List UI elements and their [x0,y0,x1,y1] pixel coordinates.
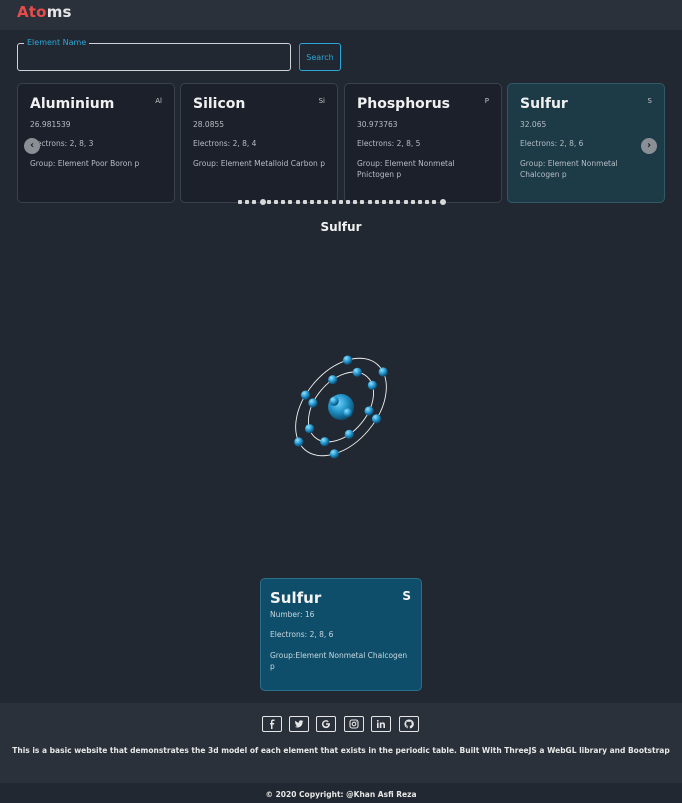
electron [305,424,315,434]
electron [328,375,338,385]
model-title: Sulfur [320,220,362,234]
electron [329,396,339,406]
info-electrons: Electrons: 2, 8, 6 [270,630,334,639]
info-symbol: S [402,589,411,603]
element-card-phosphorus[interactable]: Phosphorus P 30.973763 Electrons: 2, 8, … [344,83,502,203]
info-number: Number: 16 [270,610,315,619]
scroll-dot [353,200,358,204]
electron [300,390,311,400]
scroll-dot [302,200,307,204]
scroll-dot [288,200,293,204]
card-group: Group: Element Nonmetal Pnictogen p [357,159,455,179]
electron [344,429,354,439]
scroll-dot [346,200,350,204]
card-group: Group: Element Nonmetal Chalcogen p [520,159,618,179]
scroll-dot [425,200,430,204]
electron [343,408,353,418]
card-electrons: Electrons: 2, 8, 6 [520,139,584,148]
linkedin-icon[interactable] [371,716,391,732]
element-card-silicon[interactable]: Silicon Si 28.0855 Electrons: 2, 8, 4 Gr… [180,83,338,203]
card-group: Group: Element Metalloid Carbon p [193,159,325,168]
scroll-dot [295,200,300,204]
card-symbol: Si [318,97,325,105]
scroll-dot [382,200,386,204]
card-symbol: P [484,97,489,105]
github-icon[interactable] [399,716,419,732]
electron [378,367,388,377]
card-name: Aluminium [30,96,115,112]
scroll-dot [324,200,329,204]
chevron-right-icon[interactable]: › [641,138,657,154]
twitter-icon[interactable] [289,716,309,732]
scroll-dot [403,200,408,204]
scroll-thumb [439,199,446,205]
scroll-dot [310,200,314,204]
scroll-dot [367,200,372,204]
scroll-dot [374,200,379,204]
scroll-dot [338,200,343,204]
card-mass: 28.0855 [193,120,225,129]
electron [371,414,382,424]
info-name: Sulfur [270,589,322,607]
scroll-dot [266,200,271,204]
card-name: Phosphorus [357,96,450,112]
scroll-dot [238,200,242,204]
scroll-dot [418,200,422,204]
scroll-dot [331,200,336,204]
scroll-dot [317,200,322,204]
card-mass: 30.973763 [357,120,398,129]
card-name: Sulfur [520,96,568,112]
scroll-dot [389,200,394,204]
selected-element-card: Sulfur S Number: 16 Electrons: 2, 8, 6 G… [260,578,422,691]
scroll-thumb [259,199,266,205]
electron [294,437,304,447]
scroll-dot [252,200,257,204]
search-field: Element Name [17,37,291,71]
scroll-dot [410,200,415,204]
instagram-icon[interactable] [344,716,364,732]
card-electrons: Electrons: 2, 8, 5 [357,139,421,148]
card-electrons: Electrons: 2, 8, 3 [30,139,94,148]
search-button[interactable]: Search [299,43,341,71]
element-card-aluminium[interactable]: Aluminium Al 26.981539 Electrons: 2, 8, … [17,83,175,203]
chevron-left-icon[interactable]: ‹ [24,138,40,154]
brand-logo[interactable]: Atoms [17,3,72,21]
card-group: Group: Element Poor Boron p [30,159,140,168]
brand-suffix: ms [46,3,72,21]
card-electrons: Electrons: 2, 8, 4 [193,139,257,148]
google-icon[interactable] [316,716,336,732]
electron [320,437,330,447]
electron [329,449,339,459]
facebook-icon[interactable] [262,716,282,732]
scroll-dot [281,200,286,204]
search-input[interactable] [18,44,290,70]
card-symbol: S [647,97,652,105]
footer-description: This is a basic website that demonstrate… [12,746,670,755]
electron [364,406,374,416]
footer [0,703,682,783]
scroll-dot [432,200,437,204]
atom-model[interactable] [285,345,395,470]
electron [343,355,353,365]
carousel-scrollbar[interactable] [238,199,446,205]
card-mass: 26.981539 [30,120,71,129]
scroll-dot [245,200,250,204]
navbar: Atoms [0,0,682,30]
electron [308,398,318,408]
electron [367,380,377,390]
copyright: © 2020 Copyright: @Khan Asfi Reza [265,790,417,799]
card-mass: 32.065 [520,120,547,129]
scroll-dot [274,200,278,204]
scroll-dot [396,200,401,204]
info-group: Group:Element Nonmetal Chalcogen p [270,651,408,671]
electron [352,367,362,377]
card-symbol: Al [155,97,162,105]
brand-prefix: Ato [17,3,47,21]
scroll-dot [360,200,365,204]
card-name: Silicon [193,96,246,112]
